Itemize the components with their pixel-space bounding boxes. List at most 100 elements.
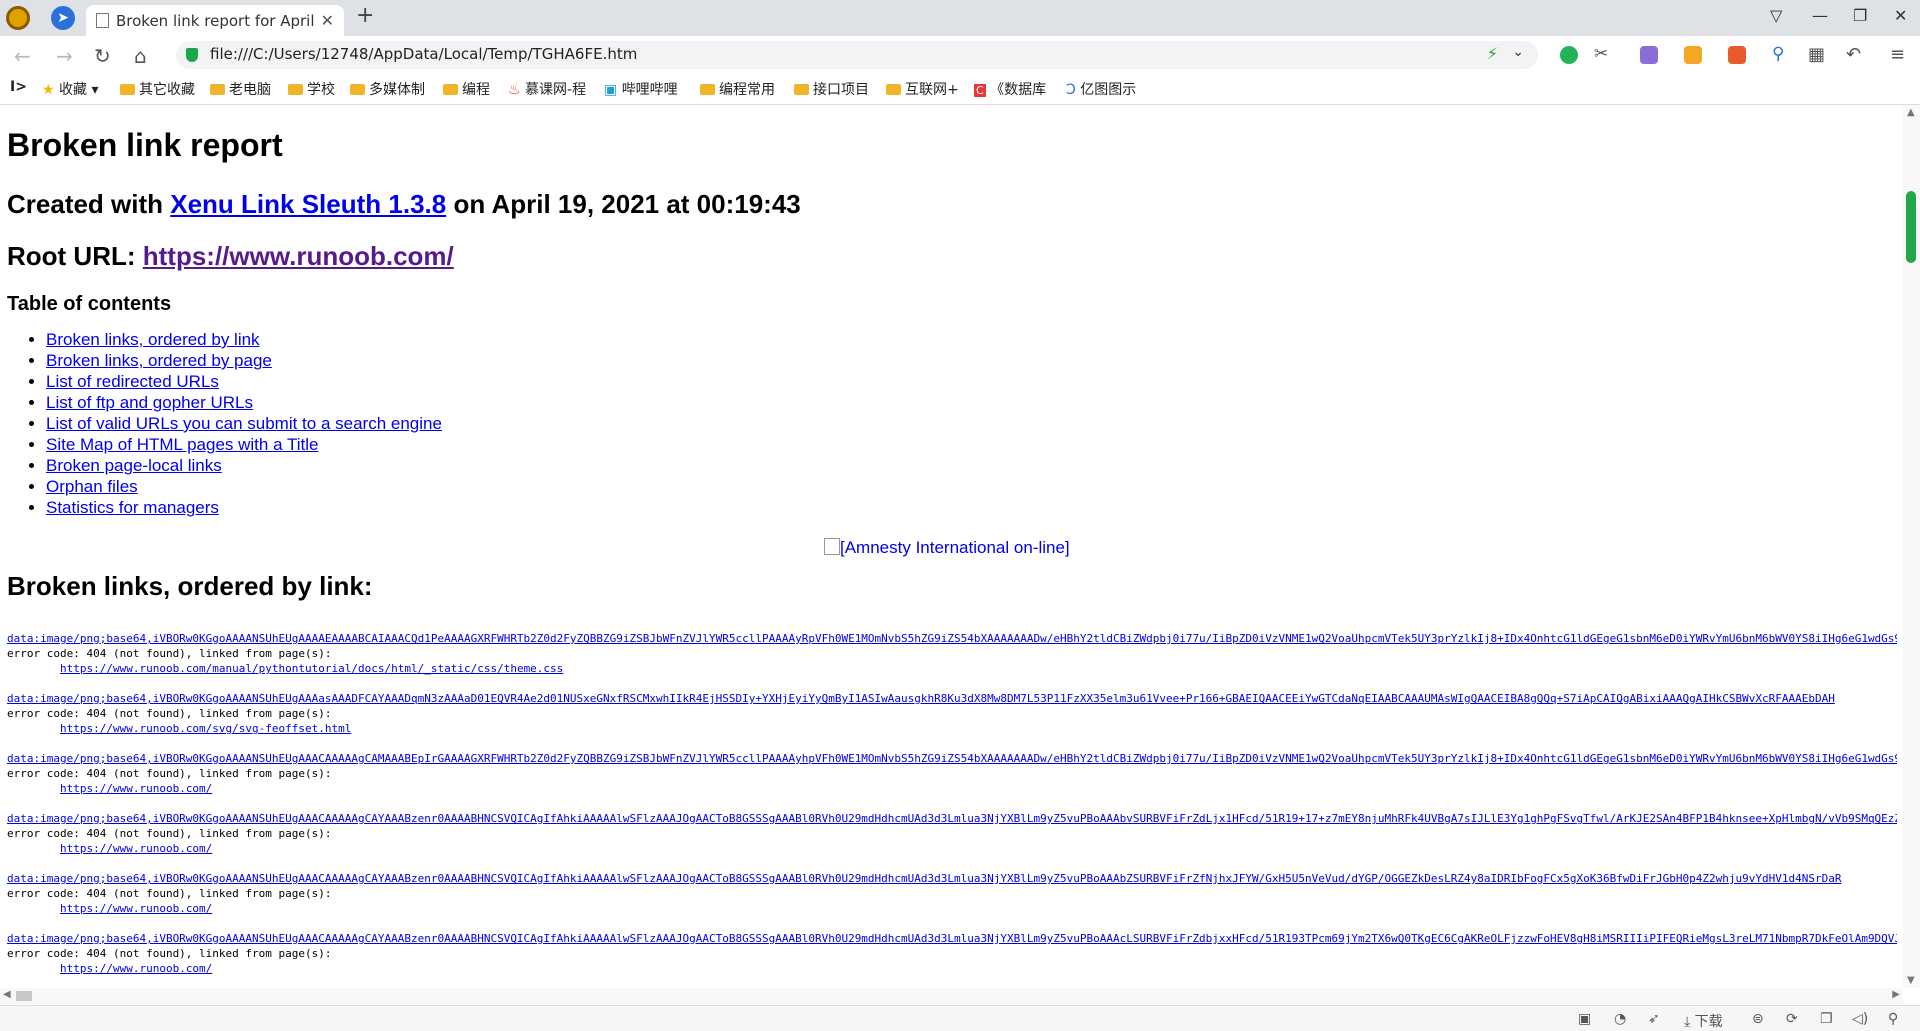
- linked-from-page[interactable]: https://www.runoob.com/: [60, 782, 212, 795]
- bookmark-item[interactable]: 学校: [288, 79, 335, 99]
- navigation-icon[interactable]: ➤: [51, 6, 75, 30]
- toc-link[interactable]: Broken links, ordered by page: [46, 351, 272, 370]
- browser-logo-icon[interactable]: [6, 6, 30, 30]
- shield-ext-icon[interactable]: [1684, 46, 1702, 64]
- broken-link-entry: data:image/png;base64,iVBORw0KGgoAAAANSU…: [7, 691, 1897, 736]
- url-text[interactable]: file:///C:/Users/12748/AppData/Local/Tem…: [210, 45, 637, 63]
- shirt-skin-icon[interactable]: ▽: [1770, 6, 1782, 25]
- home-icon[interactable]: ⌂: [134, 44, 147, 68]
- toc-link[interactable]: Broken links, ordered by link: [46, 330, 260, 349]
- bilibili-icon: ▣: [604, 82, 618, 98]
- bookmark-item[interactable]: 互联网+: [886, 79, 959, 99]
- back-icon[interactable]: ←: [14, 44, 31, 68]
- sidebar-toggle-icon[interactable]: I>: [10, 79, 27, 95]
- shield-icon: [186, 48, 198, 62]
- vertical-scrollbar[interactable]: ▲ ▼: [1903, 105, 1920, 988]
- new-tab-button[interactable]: +: [356, 3, 374, 28]
- linked-from-page[interactable]: https://www.runoob.com/: [60, 842, 212, 855]
- translate-icon[interactable]: [1640, 46, 1658, 64]
- amnesty-image-link[interactable]: [Amnesty International on-line]: [824, 538, 1070, 558]
- list-item: Broken links, ordered by link: [46, 329, 442, 350]
- bookmark-item[interactable]: 老电脑: [210, 79, 271, 99]
- sync-icon[interactable]: ⟳: [1786, 1011, 1798, 1027]
- linked-from-page[interactable]: https://www.runoob.com/svg/svg-feoffset.…: [60, 722, 351, 735]
- restore-icon[interactable]: ❐: [1853, 6, 1867, 25]
- toc-link[interactable]: Statistics for managers: [46, 498, 219, 517]
- bookmark-item[interactable]: ★ 收藏 ▾: [42, 79, 99, 99]
- folder-icon: [886, 84, 901, 95]
- toc-link[interactable]: Broken page-local links: [46, 456, 222, 475]
- toc-link[interactable]: List of valid URLs you can submit to a s…: [46, 414, 442, 433]
- screenshot-icon[interactable]: ▣: [1578, 1011, 1591, 1027]
- bookmark-item[interactable]: C 《数据库: [974, 79, 1046, 99]
- zoom-icon[interactable]: ⚲: [1888, 1011, 1898, 1027]
- broken-link[interactable]: data:image/png;base64,iVBORw0KGgoAAAANSU…: [7, 812, 1897, 825]
- game-icon[interactable]: [1728, 46, 1746, 64]
- window-icon[interactable]: ❐: [1820, 1011, 1833, 1027]
- status-bar: ▣ ◔ ➶ ⤓ 下载 ⊜ ⟳ ❐ ◁) ⚲: [0, 1005, 1920, 1031]
- bookmark-item[interactable]: ♨ 慕课网-程: [508, 79, 586, 99]
- broken-link-entry: data:image/png;base64,iVBORw0KGgoAAAANSU…: [7, 811, 1897, 856]
- grid-icon[interactable]: ▦: [1808, 44, 1825, 65]
- broken-link[interactable]: data:image/png;base64,iVBORw0KGgoAAAANSU…: [7, 752, 1897, 765]
- horizontal-scroll-thumb[interactable]: [16, 991, 32, 1001]
- scroll-thumb[interactable]: [1906, 191, 1916, 263]
- scissors-icon[interactable]: ✂: [1594, 44, 1608, 64]
- download-button[interactable]: ⤓ 下载: [1684, 1011, 1723, 1031]
- wechat-icon[interactable]: [1560, 46, 1578, 64]
- lightning-icon[interactable]: ⚡: [1487, 44, 1498, 63]
- linked-from-page[interactable]: https://www.runoob.com/: [60, 902, 212, 915]
- bookmark-item[interactable]: 多媒体制: [350, 79, 425, 99]
- page-title: Broken link report: [7, 127, 283, 163]
- scroll-left-icon[interactable]: ◀: [3, 989, 11, 1000]
- menu-icon[interactable]: ≡: [1890, 44, 1905, 65]
- volume-icon[interactable]: ◁): [1852, 1011, 1868, 1027]
- bookmark-item[interactable]: 接口项目: [794, 79, 869, 99]
- toc-list: Broken links, ordered by link Broken lin…: [7, 329, 442, 518]
- rocket-icon[interactable]: ➶: [1648, 1011, 1660, 1027]
- toc-link[interactable]: Orphan files: [46, 477, 138, 496]
- broken-link[interactable]: data:image/png;base64,iVBORw0KGgoAAAANSU…: [7, 692, 1835, 705]
- tab-close-icon[interactable]: ✕: [321, 11, 334, 30]
- address-bar[interactable]: file:///C:/Users/12748/AppData/Local/Tem…: [176, 41, 1538, 69]
- folder-icon: [794, 84, 809, 95]
- folder-icon: [700, 84, 715, 95]
- speed-icon[interactable]: ◔: [1614, 1011, 1626, 1027]
- broken-link[interactable]: data:image/png;base64,iVBORw0KGgoAAAANSU…: [7, 632, 1897, 645]
- bookmark-item[interactable]: Ↄ 亿图图示: [1066, 79, 1136, 99]
- undo-icon[interactable]: ↶: [1846, 44, 1861, 65]
- list-item: Site Map of HTML pages with a Title: [46, 434, 442, 455]
- scroll-down-icon[interactable]: ▼: [1907, 975, 1915, 986]
- bookmark-item[interactable]: 编程常用: [700, 79, 775, 99]
- broken-link-entry: data:image/png;base64,iVBORw0KGgoAAAANSU…: [7, 631, 1897, 676]
- scroll-up-icon[interactable]: ▲: [1907, 107, 1915, 118]
- minimize-icon[interactable]: —: [1812, 6, 1828, 25]
- toc-link[interactable]: Site Map of HTML pages with a Title: [46, 435, 318, 454]
- bookmark-item[interactable]: 编程: [443, 79, 490, 99]
- list-item: Broken links, ordered by page: [46, 350, 442, 371]
- xenu-link[interactable]: Xenu Link Sleuth 1.3.8: [170, 189, 446, 219]
- created-line: Created with Xenu Link Sleuth 1.3.8 on A…: [7, 189, 801, 219]
- forward-icon[interactable]: →: [56, 44, 73, 68]
- download-icon: ⤓: [1684, 1014, 1691, 1030]
- root-url-link[interactable]: https://www.runoob.com/: [143, 241, 454, 271]
- chevron-down-icon[interactable]: ⌄: [1512, 44, 1524, 60]
- folder-icon: [350, 84, 365, 95]
- scroll-right-icon[interactable]: ▶: [1892, 989, 1900, 1000]
- game-controller-icon[interactable]: ⊜: [1752, 1011, 1764, 1027]
- linked-from-page[interactable]: https://www.runoob.com/manual/pythontuto…: [60, 662, 563, 675]
- toc-link[interactable]: List of redirected URLs: [46, 372, 219, 391]
- broken-link[interactable]: data:image/png;base64,iVBORw0KGgoAAAANSU…: [7, 872, 1841, 885]
- toc-link[interactable]: List of ftp and gopher URLs: [46, 393, 253, 412]
- bookmark-item[interactable]: 其它收藏: [120, 79, 195, 99]
- linked-from-page[interactable]: https://www.runoob.com/: [60, 962, 212, 975]
- broken-link[interactable]: data:image/png;base64,iVBORw0KGgoAAAANSU…: [7, 932, 1897, 945]
- close-window-icon[interactable]: ✕: [1894, 6, 1907, 25]
- broken-link-entry: data:image/png;base64,iVBORw0KGgoAAAANSU…: [7, 871, 1897, 916]
- horizontal-scrollbar[interactable]: ◀ ▶: [0, 988, 1903, 1004]
- bookmark-item[interactable]: ▣ 哔哩哔哩: [604, 79, 678, 99]
- reload-icon[interactable]: ↻: [94, 44, 111, 68]
- tab-active[interactable]: Broken link report for April ✕: [86, 5, 344, 36]
- tab-title: Broken link report for April: [116, 12, 315, 30]
- search-icon[interactable]: ⚲: [1772, 44, 1784, 64]
